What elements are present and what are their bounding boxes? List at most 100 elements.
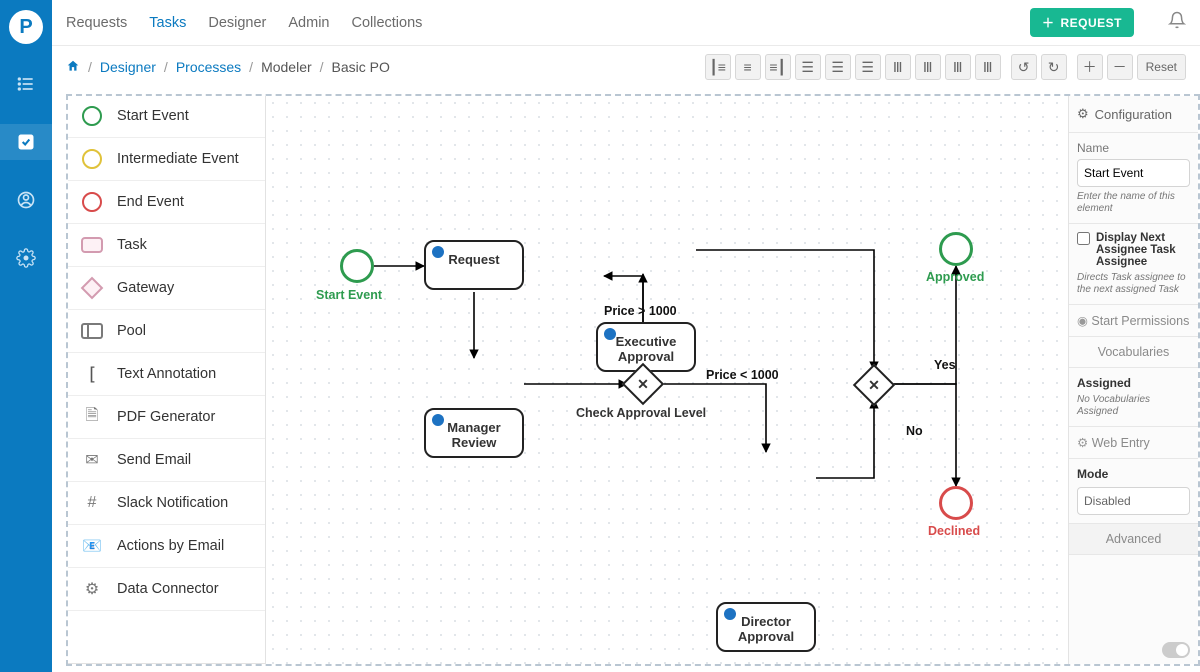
palette-slack-notification[interactable]: #Slack Notification xyxy=(67,482,265,525)
palette-label: End Event xyxy=(117,194,184,210)
user-task-icon xyxy=(432,414,444,426)
toggle-icon[interactable] xyxy=(1162,642,1190,658)
palette-label: Start Event xyxy=(117,108,189,124)
left-icon-rail: P xyxy=(0,0,52,672)
palette-actions-by-email[interactable]: 📧Actions by Email xyxy=(67,525,265,568)
rail-tasks-icon[interactable] xyxy=(0,66,52,102)
node-director-approval[interactable]: Director Approval xyxy=(716,602,816,652)
diagram-canvas[interactable]: Start Event Request Manager Review Execu… xyxy=(266,96,1068,664)
label-start-event: Start Event xyxy=(316,288,382,302)
node-label: Manager Review xyxy=(447,420,500,450)
align-right-icon[interactable]: ≡┃ xyxy=(765,54,791,80)
bottom-toggle[interactable] xyxy=(1162,642,1190,658)
pool-icon xyxy=(81,323,103,339)
redo-icon[interactable]: ↻ xyxy=(1041,54,1067,80)
crumb-processes[interactable]: Processes xyxy=(176,59,241,75)
checkbox-help: Directs Task assignee to the next assign… xyxy=(1077,272,1190,296)
mode-select[interactable]: Disabled xyxy=(1077,487,1190,515)
zoom-reset-button[interactable]: Reset xyxy=(1137,54,1186,80)
align-center-h-icon[interactable]: ≡ xyxy=(735,54,761,80)
app-logo-letter: P xyxy=(19,16,32,39)
label-approved: Approved xyxy=(926,270,984,284)
node-approved[interactable] xyxy=(939,232,973,266)
gear-icon: ⚙ xyxy=(1077,106,1089,122)
user-icon: ◉ xyxy=(1077,314,1091,328)
undo-icon[interactable]: ↺ xyxy=(1011,54,1037,80)
mail-icon: ✉ xyxy=(81,449,103,471)
palette-label: Task xyxy=(117,237,147,253)
mode-label: Mode xyxy=(1077,467,1190,481)
align-top-icon[interactable]: ☰ xyxy=(795,54,821,80)
dist-v-icon[interactable]: Ⅲ xyxy=(915,54,941,80)
breadcrumb: / Designer / Processes / Modeler / Basic… xyxy=(66,59,390,76)
rail-settings-icon[interactable] xyxy=(0,240,52,276)
mail2-icon: 📧 xyxy=(81,535,103,557)
new-request-button[interactable]: ＋ REQUEST xyxy=(1030,8,1134,37)
user-task-icon xyxy=(604,328,616,340)
checkbox-label: Display Next Assignee Task Assignee xyxy=(1096,232,1190,268)
palette-label: PDF Generator xyxy=(117,409,215,425)
zoom-out-icon[interactable]: － xyxy=(1107,54,1133,80)
nav-requests[interactable]: Requests xyxy=(66,15,127,31)
dist-h2-icon[interactable]: Ⅲ xyxy=(945,54,971,80)
node-manager-review[interactable]: Manager Review xyxy=(424,408,524,458)
dist-v2-icon[interactable]: Ⅲ xyxy=(975,54,1001,80)
edge-price-lt: Price < 1000 xyxy=(706,368,779,382)
crumb-designer[interactable]: Designer xyxy=(100,59,156,75)
modeler-workspace: Start Event Intermediate Event End Event… xyxy=(66,94,1200,666)
app-logo[interactable]: P xyxy=(9,10,43,44)
palette-intermediate-event[interactable]: Intermediate Event xyxy=(67,138,265,181)
palette-label: Text Annotation xyxy=(117,366,216,382)
assigned-label: Assigned xyxy=(1077,376,1190,390)
align-left-icon[interactable]: ┃≡ xyxy=(705,54,731,80)
node-declined[interactable] xyxy=(939,486,973,520)
palette-gateway[interactable]: Gateway xyxy=(67,267,265,310)
notifications-icon[interactable] xyxy=(1168,11,1186,34)
palette-pdf-generator[interactable]: 🗎PDF Generator xyxy=(67,396,265,439)
palette-start-event[interactable]: Start Event xyxy=(67,95,265,138)
rail-user-icon[interactable] xyxy=(0,182,52,218)
palette-task[interactable]: Task xyxy=(67,224,265,267)
palette-label: Gateway xyxy=(117,280,174,296)
rail-check-icon[interactable] xyxy=(0,124,52,160)
advanced-link[interactable]: Advanced xyxy=(1106,532,1162,546)
web-entry-row[interactable]: ⚙ Web Entry xyxy=(1069,427,1198,459)
checkbox-input[interactable] xyxy=(1077,232,1090,245)
edge-price-gt: Price > 1000 xyxy=(604,304,677,318)
gear-icon: ⚙ xyxy=(81,578,103,600)
home-icon[interactable] xyxy=(66,59,80,76)
dist-h-icon[interactable]: Ⅲ xyxy=(885,54,911,80)
node-exec-approval[interactable]: Executive Approval xyxy=(596,322,696,372)
palette-end-event[interactable]: End Event xyxy=(67,181,265,224)
request-button-label: REQUEST xyxy=(1060,16,1122,30)
nav-collections[interactable]: Collections xyxy=(351,15,422,31)
align-bottom-icon[interactable]: ☰ xyxy=(855,54,881,80)
start-permissions-row[interactable]: ◉ Start Permissions xyxy=(1069,305,1198,337)
breadcrumb-sep: / xyxy=(88,59,92,75)
palette-label: Intermediate Event xyxy=(117,151,239,167)
align-center-v-icon[interactable]: ☰ xyxy=(825,54,851,80)
nav-tasks[interactable]: Tasks xyxy=(149,15,186,31)
node-start-event[interactable] xyxy=(340,249,374,283)
slack-icon: # xyxy=(81,492,103,514)
nav-admin[interactable]: Admin xyxy=(288,15,329,31)
gear-icon: ⚙ xyxy=(1077,436,1092,450)
display-next-assignee-checkbox[interactable]: Display Next Assignee Task Assignee xyxy=(1077,232,1190,268)
intermediate-event-icon xyxy=(82,149,102,169)
node-request[interactable]: Request xyxy=(424,240,524,290)
palette-data-connector[interactable]: ⚙Data Connector xyxy=(67,568,265,611)
edge-yes: Yes xyxy=(934,358,956,372)
node-label: Request xyxy=(448,252,499,267)
name-label: Name xyxy=(1077,141,1190,155)
user-task-icon xyxy=(724,608,736,620)
node-label: Director Approval xyxy=(738,614,794,644)
zoom-in-icon[interactable]: ＋ xyxy=(1077,54,1103,80)
palette-send-email[interactable]: ✉Send Email xyxy=(67,439,265,482)
palette-label: Pool xyxy=(117,323,146,339)
vocabularies-link[interactable]: Vocabularies xyxy=(1098,345,1170,359)
name-input[interactable] xyxy=(1077,159,1190,187)
palette-text-annotation[interactable]: [Text Annotation xyxy=(67,353,265,396)
nav-designer[interactable]: Designer xyxy=(208,15,266,31)
crumb-modeler: Modeler xyxy=(261,59,312,75)
palette-pool[interactable]: Pool xyxy=(67,310,265,353)
